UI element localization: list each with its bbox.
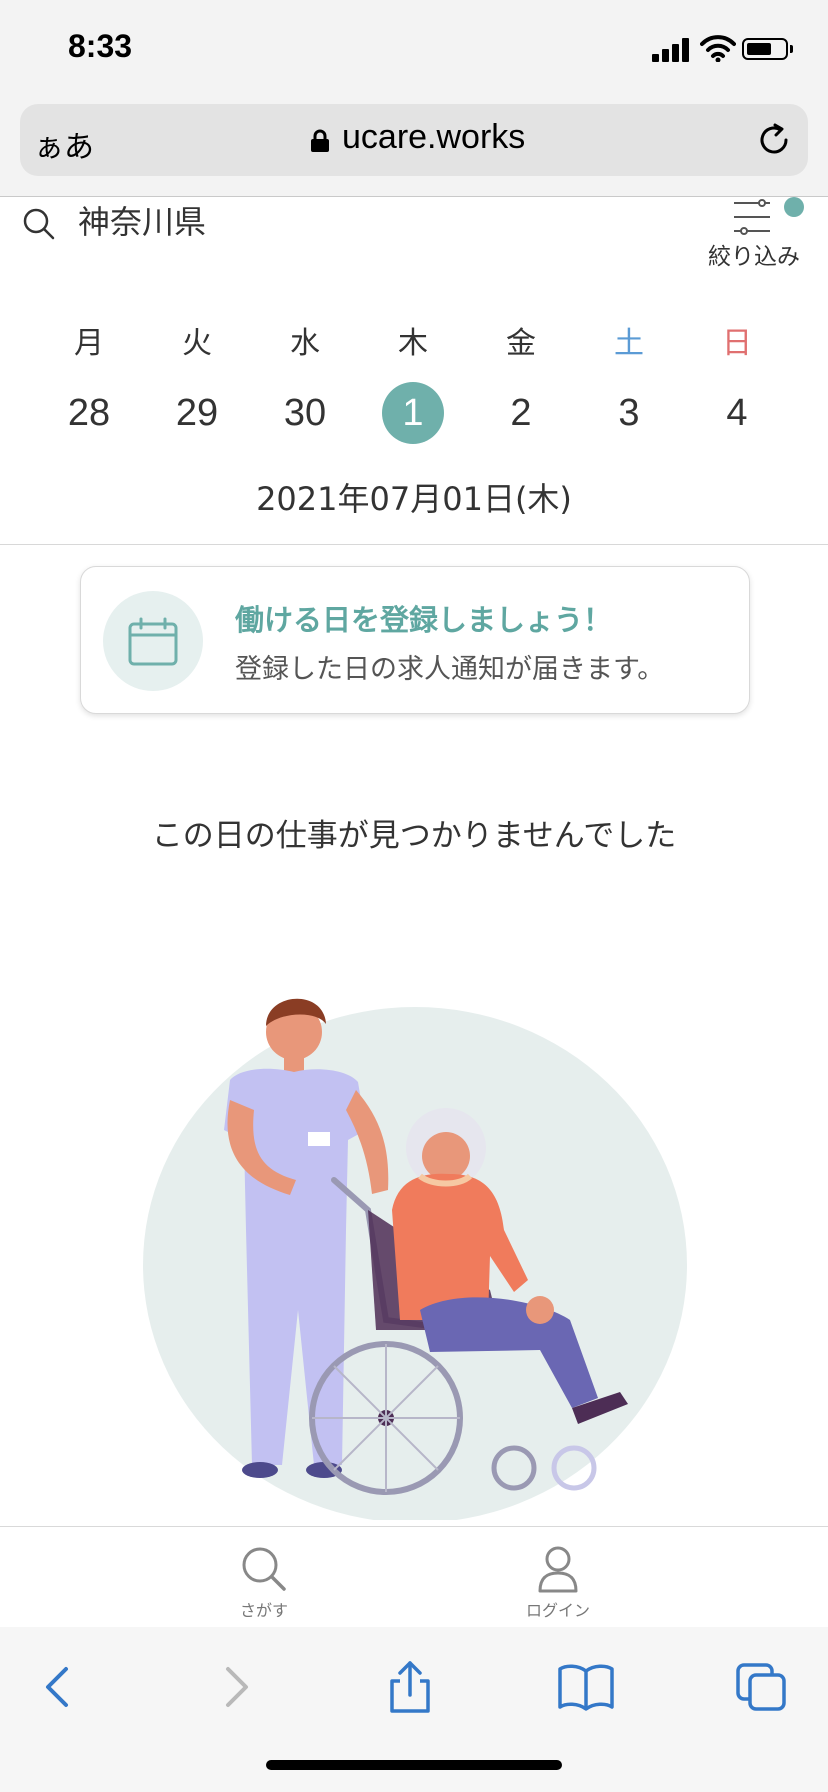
day-of-week-label: 水 [290, 326, 320, 361]
wifi-icon [700, 35, 736, 62]
address-bar[interactable]: ぁあ ucare.works [20, 104, 808, 176]
day-tue[interactable]: 火 29 [152, 320, 242, 444]
empty-state-message: この日の仕事が見つかりませんでした [151, 818, 677, 854]
day-fri[interactable]: 金 2 [476, 320, 566, 444]
day-thu[interactable]: 木 1 [368, 320, 458, 444]
day-sat[interactable]: 土 3 [584, 320, 674, 444]
reload-icon[interactable] [756, 122, 792, 158]
day-number: 29 [175, 392, 219, 434]
divider [0, 544, 828, 545]
bottom-tab-bar: さがす ログイン [0, 1526, 828, 1628]
status-bar: 8:33 [0, 0, 828, 96]
tab-label: さがす [239, 1601, 288, 1620]
search-icon [242, 1547, 286, 1591]
calendar-icon [128, 617, 178, 666]
day-mon[interactable]: 月 28 [44, 320, 134, 444]
battery-icon [742, 38, 788, 60]
bookmarks-icon[interactable] [556, 1659, 616, 1715]
tabs-icon[interactable] [732, 1659, 792, 1715]
filter-sliders-icon [734, 199, 770, 235]
caregiver-wheelchair-illustration [143, 998, 687, 1520]
register-days-banner[interactable]: 働ける日を登録しましょう！ 登録した日の求人通知が届きます。 [80, 566, 750, 714]
day-wed[interactable]: 水 30 [260, 320, 350, 444]
back-icon[interactable] [28, 1659, 88, 1715]
day-sun[interactable]: 日 4 [692, 320, 782, 444]
day-number: 30 [283, 392, 327, 434]
search-row: 神奈川県 絞り込み [0, 197, 828, 277]
day-number: 2 [510, 392, 532, 434]
day-of-week-label: 金 [506, 326, 536, 361]
url-text[interactable]: ucare.works [342, 118, 525, 157]
selected-date-label: 2021年07月01日(木) [256, 480, 572, 518]
share-icon[interactable] [380, 1659, 440, 1715]
day-of-week-label: 火 [182, 326, 212, 361]
day-of-week-label: 日 [722, 326, 752, 361]
forward-icon[interactable] [206, 1659, 266, 1715]
banner-title: 働ける日を登録しましょう！ [235, 603, 613, 637]
search-icon[interactable] [22, 207, 56, 241]
browser-address-area: ぁあ ucare.works [0, 96, 828, 197]
day-of-week-label: 木 [398, 326, 428, 361]
tab-search[interactable]: さがす [204, 1545, 324, 1621]
filter-label: 絞り込み [708, 244, 800, 270]
lock-icon [311, 129, 329, 152]
search-input[interactable]: 神奈川県 [78, 197, 206, 243]
day-number-selected: 1 [382, 382, 444, 444]
person-icon [538, 1546, 578, 1593]
day-number: 4 [726, 392, 748, 434]
day-of-week-label: 月 [74, 326, 104, 361]
status-time: 8:33 [68, 28, 133, 64]
day-number: 28 [67, 392, 111, 434]
filter-button[interactable]: 絞り込み [700, 197, 820, 277]
filter-active-dot [784, 197, 804, 217]
calendar-icon-badge [103, 591, 203, 691]
banner-subtitle: 登録した日の求人通知が届きます。 [235, 654, 665, 685]
cellular-signal-icon [652, 38, 694, 62]
home-indicator [266, 1760, 562, 1770]
text-size-button[interactable]: ぁあ [34, 122, 94, 166]
tab-login[interactable]: ログイン [498, 1545, 618, 1621]
day-number: 3 [618, 392, 640, 434]
day-of-week-label: 土 [614, 326, 644, 361]
tab-label: ログイン [525, 1601, 590, 1620]
